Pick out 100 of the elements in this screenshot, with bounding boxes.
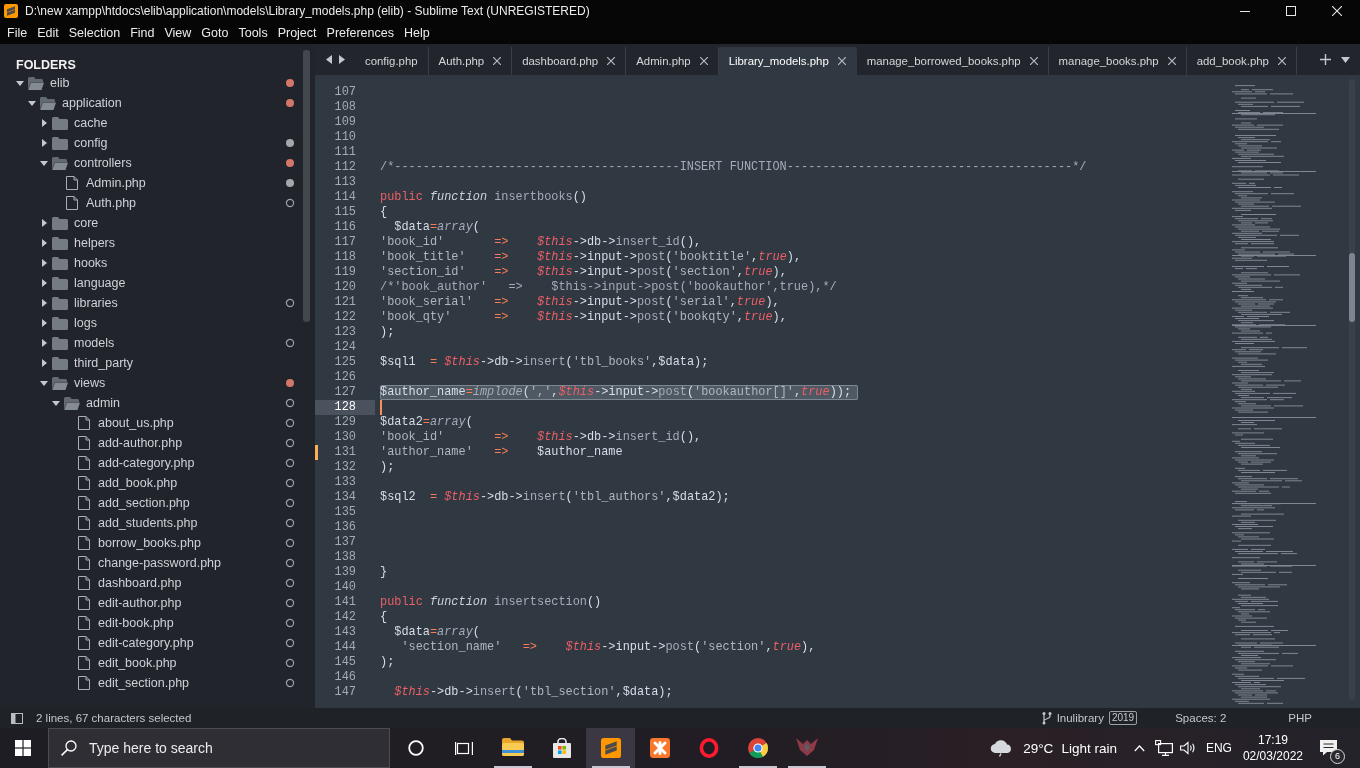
close-icon[interactable] [1029,57,1038,65]
tree-item[interactable]: change-password.php [0,553,303,573]
tree-item[interactable]: Auth.php [0,193,303,213]
scrollbar[interactable] [1349,79,1355,700]
tree-item[interactable]: config [0,133,303,153]
branch-name[interactable]: Inulibrary [1056,712,1104,724]
caret-down-icon[interactable] [28,100,36,106]
caret-down-icon[interactable] [40,380,48,386]
weather-button[interactable]: 29°C Light rain [990,728,1117,768]
tree-item[interactable]: helpers [0,233,303,253]
tab[interactable]: config.php [355,47,429,75]
caret-right-icon[interactable] [41,259,47,267]
tree-item[interactable]: dashboard.php [0,573,303,593]
code-line: 'book_title' => $this->input->post('booktitle',true), [380,250,802,265]
close-icon[interactable] [1277,57,1286,65]
line-number: 139 [334,565,356,580]
tree-item[interactable]: models [0,333,303,353]
search-field[interactable]: Type here to search [48,728,390,768]
menu-item[interactable]: Tools [233,25,273,41]
line-number: 129 [334,415,356,430]
tree-item[interactable]: add-category.php [0,453,303,473]
close-icon[interactable] [699,57,708,65]
tree-item[interactable]: cache [0,113,303,133]
tree-item[interactable]: language [0,273,303,293]
menu-item[interactable]: Find [125,25,160,41]
tree-item[interactable]: libraries [0,293,303,313]
tree-item[interactable]: about_us.php [0,413,303,433]
tab[interactable]: dashboard.php [512,47,627,75]
menu-item[interactable]: Help [398,25,435,41]
caret-right-icon[interactable] [41,339,47,347]
close-icon[interactable] [493,57,502,65]
tree-item[interactable]: borrow_books.php [0,533,303,553]
caret-right-icon[interactable] [41,119,47,127]
sidebar-toggle-icon[interactable] [11,712,23,724]
tab[interactable]: Library_models.php [718,47,857,75]
close-icon[interactable] [607,57,616,65]
network-icon[interactable] [1154,740,1173,756]
search-input[interactable]: Type here to search [89,730,389,766]
menu-item[interactable]: View [159,25,197,41]
menu-item[interactable]: File [2,25,33,41]
close-icon[interactable] [837,57,846,65]
tree-item[interactable]: admin [0,393,303,413]
taskbar-button[interactable] [586,728,635,768]
code-line: { [380,610,388,625]
scrollbar-thumb[interactable] [1349,253,1355,322]
triangle-right-icon[interactable] [339,55,345,64]
syntax-status[interactable]: PHP [1288,712,1312,724]
menu-item[interactable]: Edit [32,25,64,41]
plus-icon[interactable] [1320,54,1331,65]
line-number: 124 [334,340,356,355]
menu-item[interactable]: Preferences [321,25,399,41]
tree-item[interactable]: hooks [0,253,303,273]
scrollbar-thumb[interactable] [303,50,310,322]
language-indicator[interactable]: ENG [1205,741,1232,755]
tree-item[interactable]: add-author.php [0,433,303,453]
tree-item[interactable]: logs [0,313,303,333]
caret-down-icon[interactable] [52,400,60,406]
tree-item[interactable]: edit-book.php [0,613,303,633]
tree-item[interactable]: core [0,213,303,233]
tree-item[interactable]: views [0,373,303,393]
indentation-status[interactable]: Spaces: 2 [1175,712,1227,724]
tree-item[interactable]: elib [0,73,303,93]
caret-down-icon[interactable] [1341,56,1350,63]
tab[interactable]: manage_books.php [1048,47,1187,75]
caret-right-icon[interactable] [41,139,47,147]
menu-item[interactable]: Selection [63,25,126,41]
caret-down-icon[interactable] [40,160,48,166]
chevron-up-icon[interactable] [1133,744,1145,752]
caret-right-icon[interactable] [41,279,47,287]
tree-item[interactable]: application [0,93,303,113]
tree-item[interactable]: Admin.php [0,173,303,193]
caret-down-icon[interactable] [16,80,24,86]
tree-item[interactable]: add_students.php [0,513,303,533]
code-line: $data=array( [393,625,480,640]
volume-icon[interactable] [1179,741,1196,755]
tree-item[interactable]: edit-category.php [0,633,303,653]
tree-item[interactable]: controllers [0,153,303,173]
close-icon[interactable] [1167,57,1176,65]
triangle-left-icon[interactable] [326,55,332,64]
tab[interactable]: add_book.php [1186,47,1297,75]
menu-item[interactable]: Goto [196,25,234,41]
caret-right-icon[interactable] [41,319,47,327]
app-logo-icon [4,4,18,18]
clock[interactable]: 17:19 02/03/2022 [1242,732,1303,764]
caret-right-icon[interactable] [41,299,47,307]
tree-item[interactable]: edit-author.php [0,593,303,613]
tree-item[interactable]: third_party [0,353,303,373]
caret-right-icon[interactable] [41,219,47,227]
caret-right-icon[interactable] [41,239,47,247]
tree-item[interactable]: add_section.php [0,493,303,513]
folder-icon [52,116,68,130]
tab[interactable]: manage_borrowed_books.php [856,47,1049,75]
line-number: 140 [334,580,356,595]
tab[interactable]: Auth.php [428,47,513,75]
menu-item[interactable]: Project [272,25,322,41]
tab[interactable]: Admin.php [626,47,719,75]
tree-item[interactable]: edit_section.php [0,673,303,693]
tree-item[interactable]: edit_book.php [0,653,303,673]
tree-item[interactable]: add_book.php [0,473,303,493]
caret-right-icon[interactable] [41,359,47,367]
